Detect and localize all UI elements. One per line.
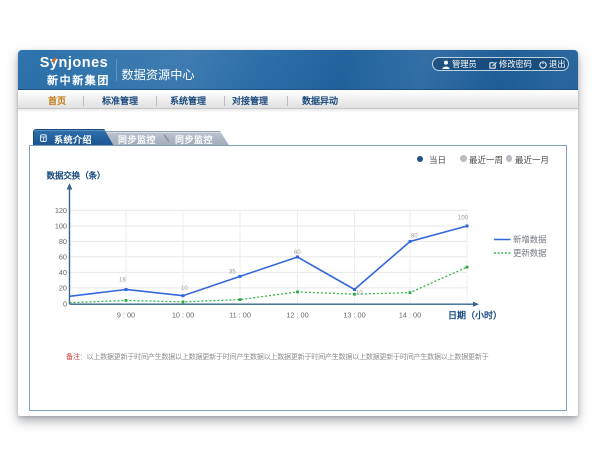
svg-text:60: 60 [294,250,301,256]
svg-text:100: 100 [458,216,469,222]
svg-text:0: 0 [63,299,67,308]
svg-text:35: 35 [229,270,236,276]
svg-text:20: 20 [59,284,67,293]
svg-text:9 : 00: 9 : 00 [117,311,135,320]
svg-text:18: 18 [119,278,126,284]
svg-text:10 : 00: 10 : 00 [172,311,194,320]
svg-text:80: 80 [59,237,67,246]
svg-text:数据交换（条）: 数据交换（条） [47,170,106,181]
svg-text:100: 100 [55,222,67,231]
svg-text:14 : 00: 14 : 00 [399,311,421,320]
svg-text:10: 10 [356,291,363,297]
svg-text:更新数据: 更新数据 [513,248,547,258]
svg-text:40: 40 [59,268,67,277]
svg-text:60: 60 [59,253,67,262]
svg-text:10: 10 [181,286,188,292]
svg-text:120: 120 [55,206,67,215]
svg-text:11 : 00: 11 : 00 [229,311,251,320]
svg-text:新增数据: 新增数据 [513,235,547,245]
svg-text:12 : 00: 12 : 00 [286,311,308,320]
svg-text:13 : 00: 13 : 00 [343,311,365,320]
svg-text:日期（小时）: 日期（小时） [448,310,502,321]
svg-text:80: 80 [411,234,418,240]
